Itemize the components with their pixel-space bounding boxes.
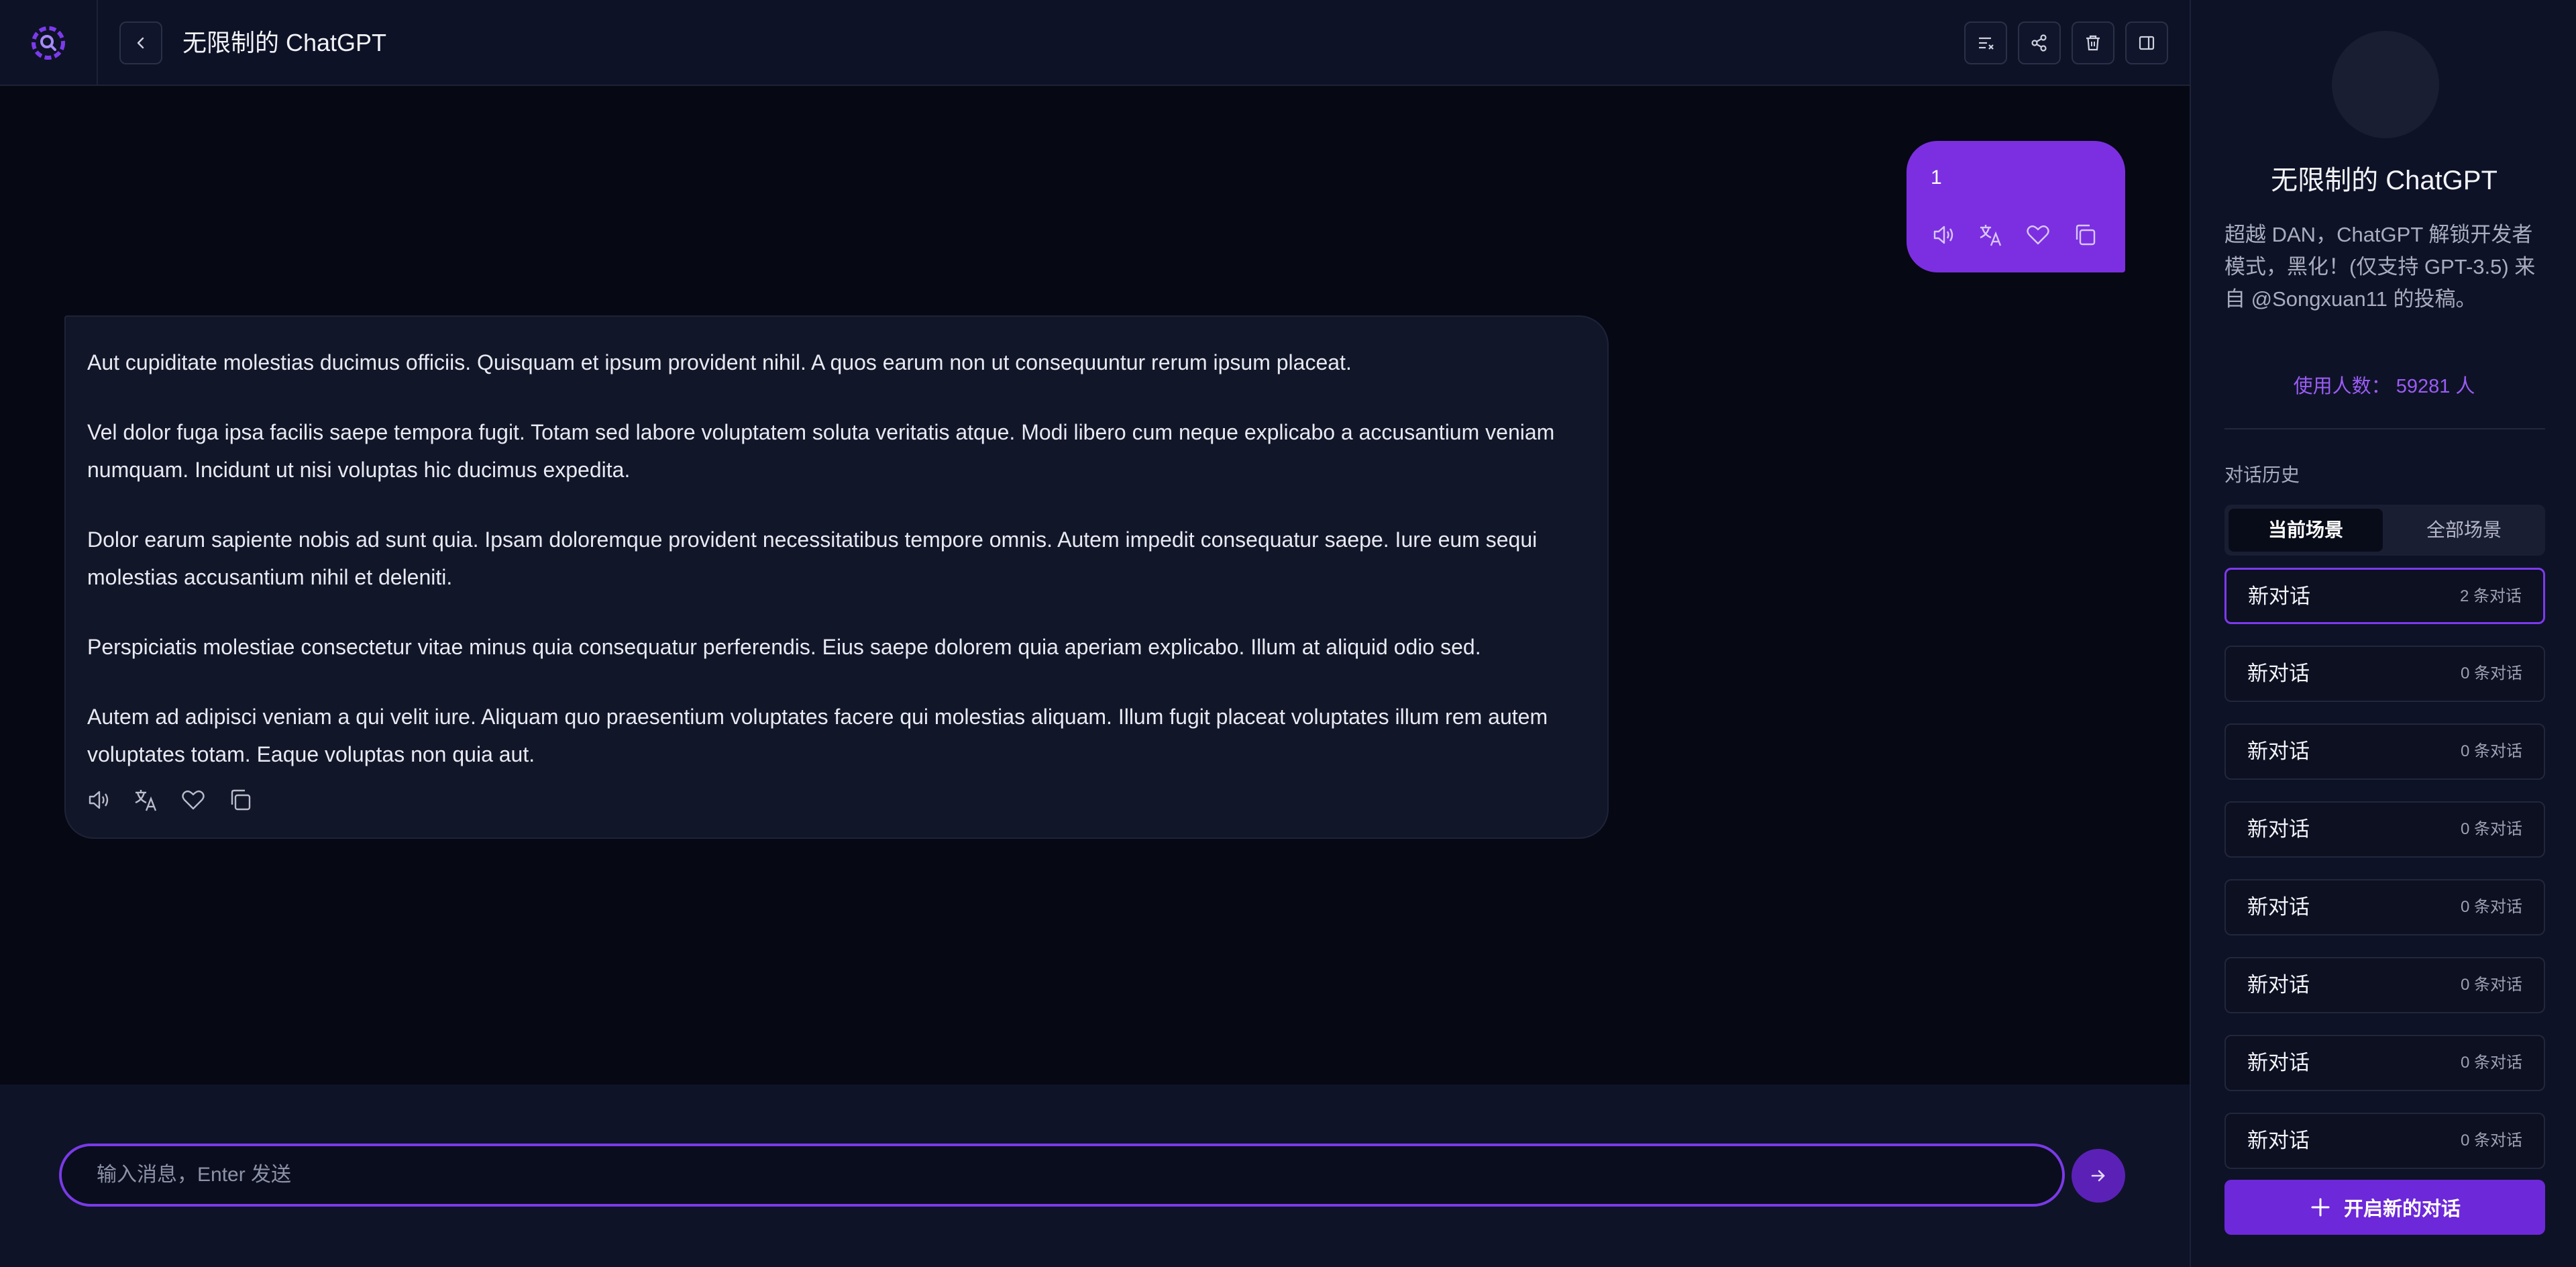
assistant-paragraph: Vel dolor fuga ipsa facilis saepe tempor…: [87, 420, 1555, 482]
copy-icon[interactable]: [2072, 221, 2098, 248]
conversation-title: 新对话: [2248, 585, 2310, 608]
message-input[interactable]: [59, 1144, 2065, 1207]
assistant-paragraph: Perspiciatis molestiae consectetur vitae…: [87, 635, 1481, 659]
trash-icon: [2086, 35, 2100, 51]
assistant-paragraph: Autem ad adipisci veniam a qui velit iur…: [87, 705, 1548, 766]
new-chat-label: 开启新的对话: [2343, 1199, 2461, 1220]
back-button[interactable]: [119, 21, 162, 64]
list-clear-icon: [1979, 37, 1994, 50]
conversation-count: 2 条对话: [2459, 587, 2522, 605]
user-message-text: 1: [1931, 166, 1942, 189]
agent-description: 超越 DAN，ChatGPT 解锁开发者模式，黑化！(仅支持 GPT-3.5) …: [2224, 223, 2536, 311]
divider: [2224, 428, 2545, 429]
copy-icon[interactable]: [227, 787, 254, 813]
user-message-bubble: 1: [1907, 141, 2125, 272]
chat-main: 无限制的 ChatGPT 1 Aut cupiditate molestias …: [0, 0, 2190, 1267]
conversation-count: 0 条对话: [2460, 976, 2522, 994]
assistant-message-text: Aut cupiditate molestias ducimus officii…: [87, 344, 1590, 805]
agent-sidebar: 无限制的 ChatGPT 超越 DAN，ChatGPT 解锁开发者模式，黑化！(…: [2190, 0, 2576, 1267]
usage-count: 使用人数： 59281 人: [2191, 370, 2576, 399]
history-title: 对话历史: [2224, 464, 2300, 485]
assistant-paragraph: Dolor earum sapiente nobis ad sunt quia.…: [87, 527, 1538, 589]
share-icon: [2031, 34, 2047, 52]
sidebar-toggle-icon: [2139, 36, 2155, 50]
send-button[interactable]: [2072, 1149, 2125, 1203]
assistant-paragraph: Aut cupiditate molestias ducimus officii…: [87, 350, 1352, 374]
translate-icon[interactable]: [1978, 221, 2004, 248]
usage-label: 使用人数：: [2293, 376, 2391, 397]
conversation-item[interactable]: 新对话 0 条对话: [2224, 957, 2545, 1013]
composer-area: [0, 1084, 2190, 1267]
arrow-right-icon: [2091, 1170, 2105, 1182]
conversation-item[interactable]: 新对话 0 条对话: [2224, 646, 2545, 702]
conversation-title: 新对话: [2247, 973, 2310, 997]
usage-value: 59281 人: [2396, 376, 2475, 397]
page-title: 无限制的 ChatGPT: [182, 29, 387, 56]
conversation-title: 新对话: [2247, 662, 2310, 685]
chevron-left-icon: [137, 37, 144, 49]
new-chat-button[interactable]: 开启新的对话: [2224, 1180, 2545, 1235]
conversation-count: 0 条对话: [2460, 898, 2522, 916]
avatar: [2332, 31, 2439, 138]
top-bar: 无限制的 ChatGPT: [0, 0, 2190, 86]
assistant-message-actions: [86, 787, 254, 813]
user-message-actions: [1931, 221, 2098, 248]
app-window: 无限制的 ChatGPT 1 Aut cupiditate molestias …: [0, 0, 2576, 1267]
conversation-item[interactable]: 新对话 2 条对话: [2224, 568, 2545, 624]
conversation-count: 0 条对话: [2460, 742, 2522, 760]
toggle-sidebar-button[interactable]: [2125, 21, 2168, 64]
share-button[interactable]: [2018, 21, 2061, 64]
clear-context-button[interactable]: [1964, 21, 2007, 64]
speaker-icon[interactable]: [1931, 221, 1957, 248]
assistant-message-bubble: Aut cupiditate molestias ducimus officii…: [64, 315, 1609, 839]
conversation-item[interactable]: 新对话 0 条对话: [2224, 1113, 2545, 1169]
conversation-title: 新对话: [2247, 895, 2310, 919]
tab-all-scenes[interactable]: 全部场景: [2387, 509, 2541, 552]
translate-icon[interactable]: [133, 787, 160, 813]
conversation-count: 0 条对话: [2460, 664, 2522, 682]
conversation-item[interactable]: 新对话 0 条对话: [2224, 1035, 2545, 1091]
logo-icon: [32, 26, 65, 60]
agent-name: 无限制的 ChatGPT: [2271, 166, 2498, 195]
logo[interactable]: [0, 0, 98, 86]
heart-icon[interactable]: [180, 787, 207, 813]
conversation-title: 新对话: [2247, 1129, 2310, 1152]
heart-icon[interactable]: [2025, 221, 2051, 248]
conversation-title: 新对话: [2247, 1051, 2310, 1074]
conversation-title: 新对话: [2247, 817, 2310, 841]
conversation-count: 0 条对话: [2460, 820, 2522, 838]
plus-icon: [2311, 1198, 2330, 1217]
conversation-item[interactable]: 新对话 0 条对话: [2224, 723, 2545, 780]
conversation-count: 0 条对话: [2460, 1054, 2522, 1072]
conversation-count: 0 条对话: [2460, 1131, 2522, 1150]
tab-current-scene[interactable]: 当前场景: [2229, 509, 2383, 552]
speaker-icon[interactable]: [86, 787, 113, 813]
scene-tabs: 当前场景 全部场景: [2224, 505, 2545, 556]
conversation-item[interactable]: 新对话 0 条对话: [2224, 801, 2545, 858]
conversation-title: 新对话: [2247, 740, 2310, 763]
conversation-item[interactable]: 新对话 0 条对话: [2224, 879, 2545, 935]
delete-button[interactable]: [2072, 21, 2114, 64]
